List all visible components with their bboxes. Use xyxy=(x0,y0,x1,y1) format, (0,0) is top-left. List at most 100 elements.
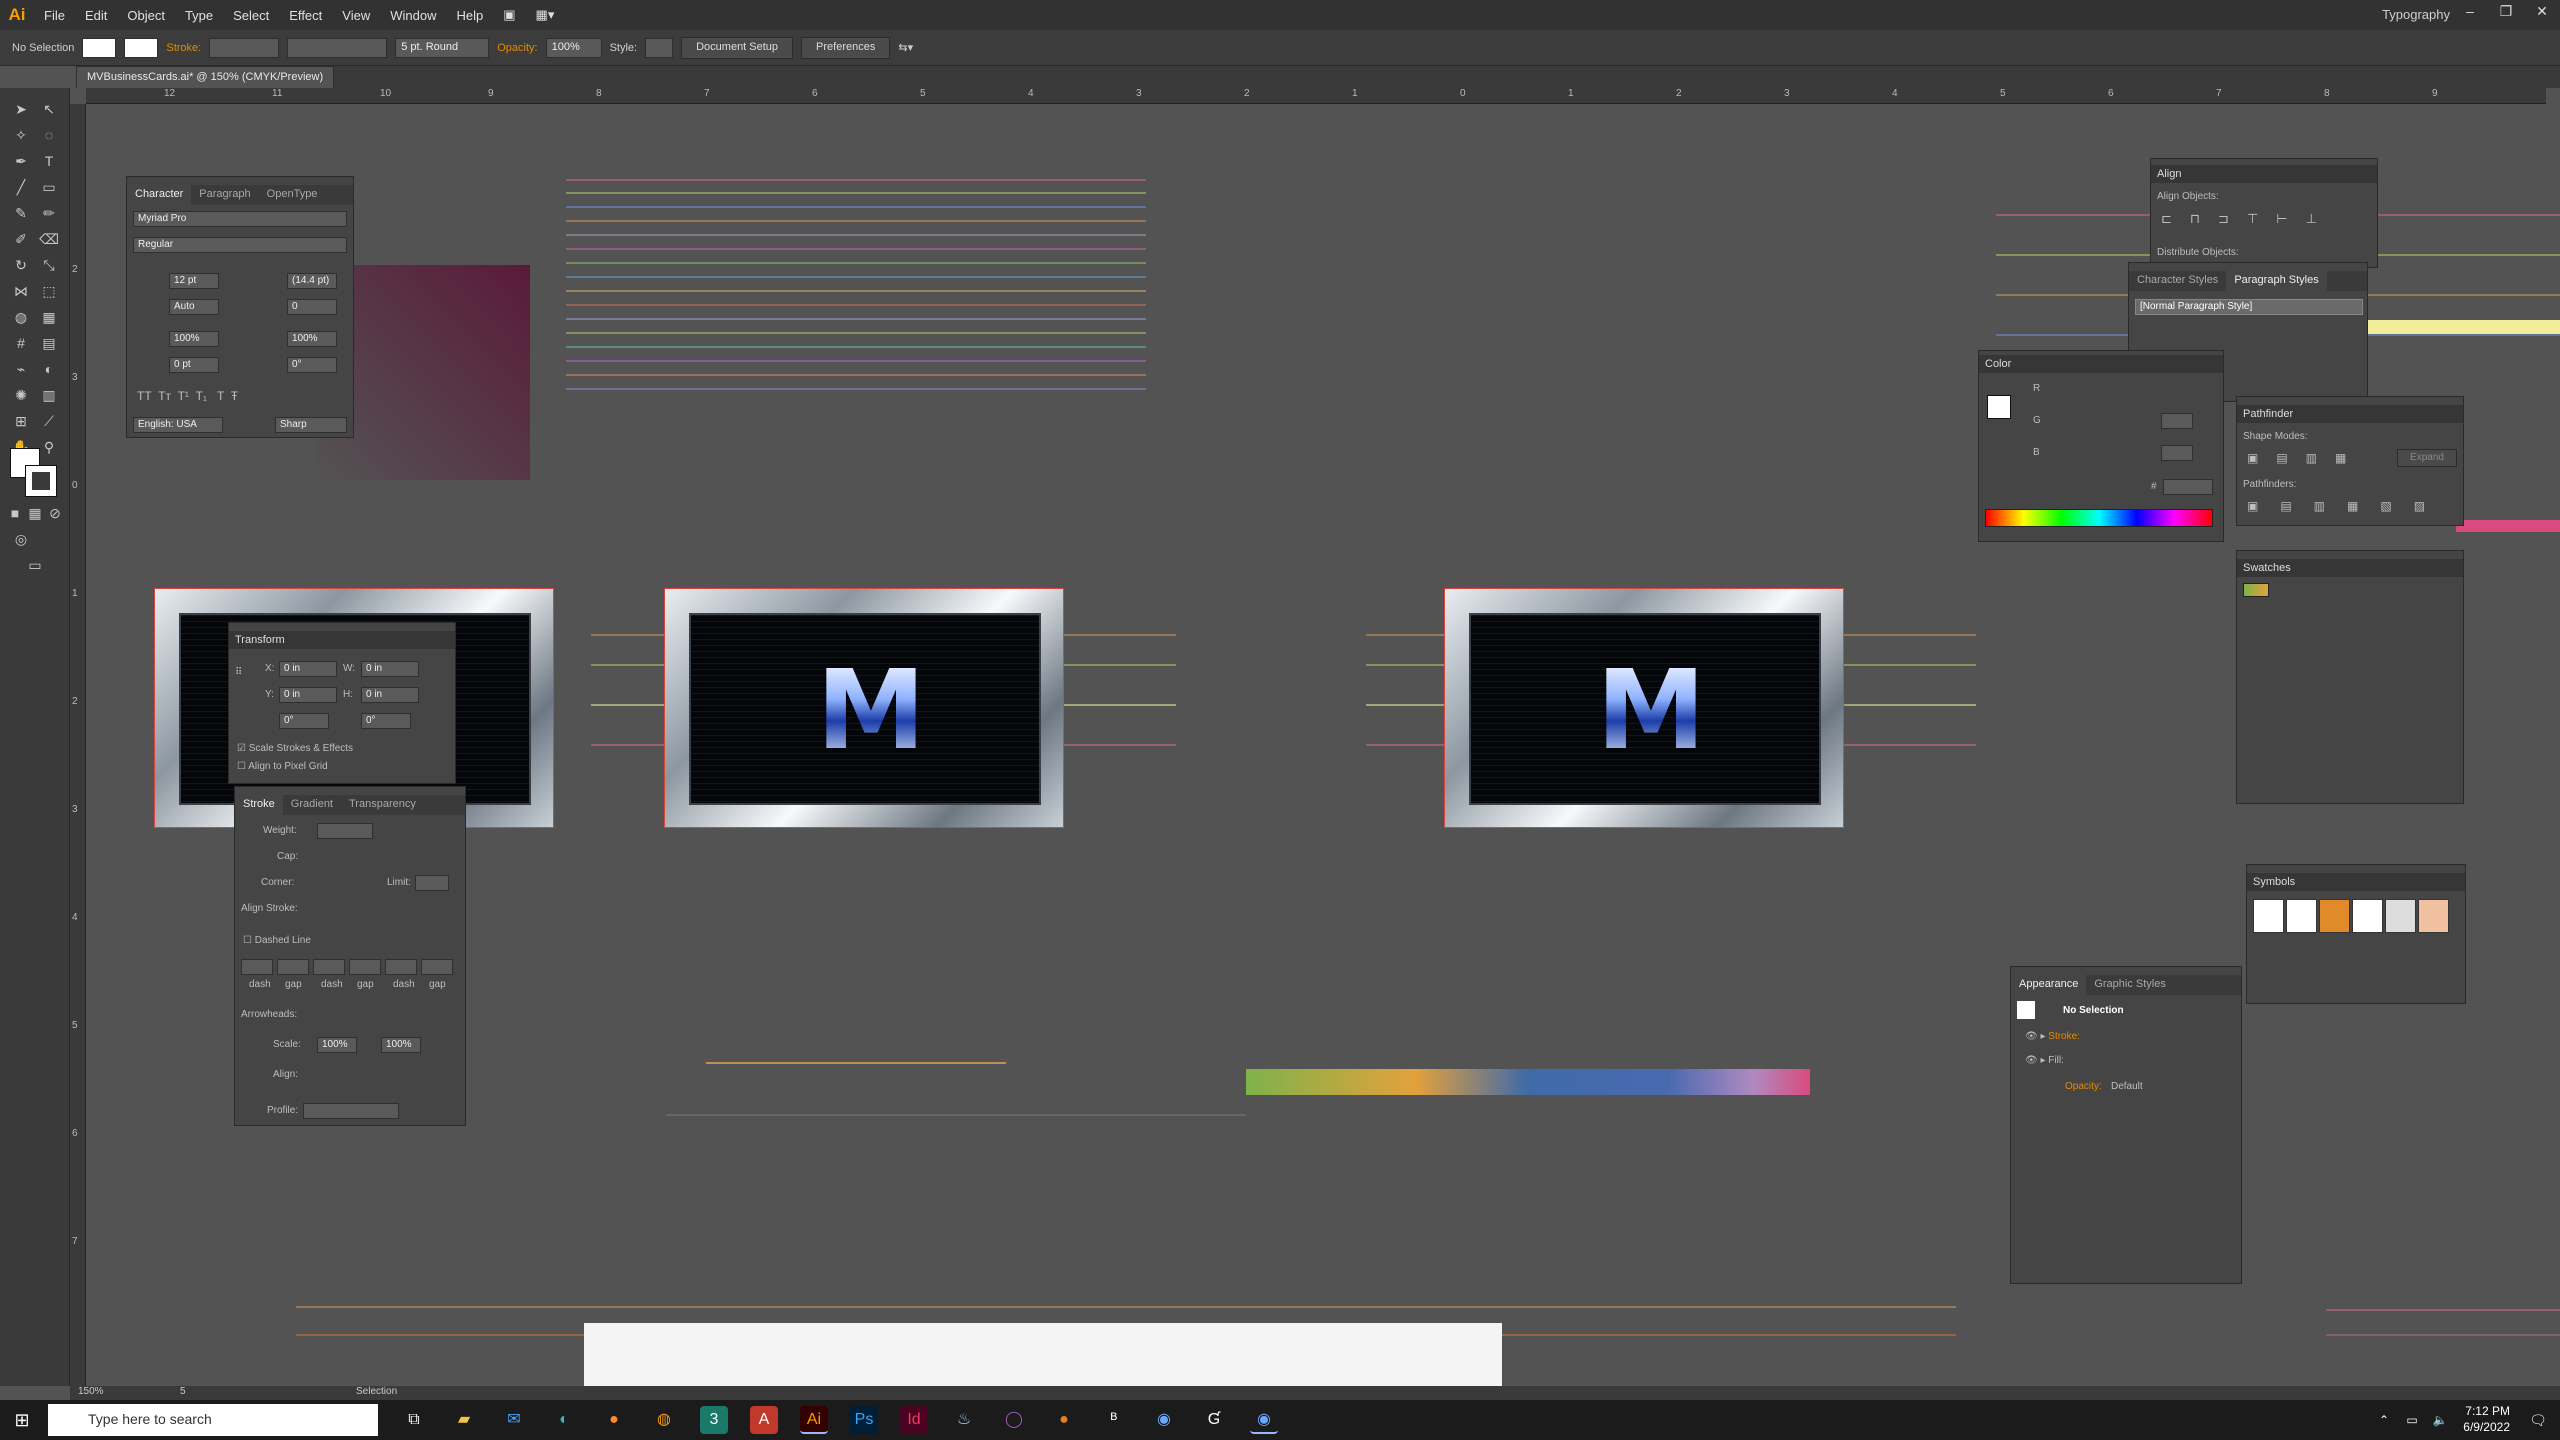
system-clock[interactable]: 7:12 PM 6/9/2022 xyxy=(2463,1403,2510,1435)
bridge-icon[interactable]: ▣ xyxy=(493,7,525,23)
steam-icon[interactable]: ♨ xyxy=(950,1406,978,1434)
photoshop-icon[interactable]: Ps xyxy=(850,1406,878,1434)
stroke-swatch[interactable] xyxy=(124,37,159,58)
expand-button[interactable]: Expand xyxy=(2397,449,2457,467)
b-value-field[interactable] xyxy=(2161,445,2193,461)
none-mode-icon[interactable]: ⊘ xyxy=(44,502,66,524)
preferences-button[interactable]: Preferences xyxy=(801,36,891,59)
restore-icon[interactable]: ❐ xyxy=(2488,0,2524,30)
tab-appearance[interactable]: Appearance xyxy=(2011,975,2087,995)
blue-app-icon[interactable]: ◉ xyxy=(1150,1406,1178,1434)
paintbrush-tool-icon[interactable]: ✎ xyxy=(10,202,32,224)
stroke-row[interactable]: 👁 ▸ Stroke: xyxy=(2025,1031,2080,1042)
shape-builder-tool-icon[interactable]: ◍ xyxy=(10,306,32,328)
blob-brush-tool-icon[interactable]: ✐ xyxy=(10,228,32,250)
brush-field[interactable]: 5 pt. Round xyxy=(395,37,490,58)
blender-icon[interactable]: ◍ xyxy=(650,1406,678,1434)
illustrator-icon[interactable]: Ai xyxy=(800,1406,828,1434)
kerning-field[interactable]: Auto xyxy=(169,299,219,315)
tab-transparency[interactable]: Transparency xyxy=(341,795,424,815)
rotate-field[interactable]: 0° xyxy=(279,713,329,729)
opacity-field[interactable]: 100% xyxy=(545,37,602,58)
draw-mode-icon[interactable]: ◎ xyxy=(10,528,32,550)
artboard-nav-field[interactable]: 5 xyxy=(180,1386,186,1397)
gap-2-field[interactable] xyxy=(349,959,381,975)
stroke-weight-field[interactable] xyxy=(317,823,373,839)
mail-icon[interactable]: ✉ xyxy=(500,1406,528,1434)
mesh-tool-icon[interactable]: # xyxy=(10,332,32,354)
menu-view[interactable]: View xyxy=(332,8,380,23)
opacity-label[interactable]: Opacity: xyxy=(497,42,537,54)
opacity-label[interactable]: Opacity: xyxy=(2065,1081,2102,1092)
tab-paragraph-styles[interactable]: Paragraph Styles xyxy=(2226,271,2327,291)
width-tool-icon[interactable]: ⋈ xyxy=(10,280,32,302)
menu-help[interactable]: Help xyxy=(446,8,493,23)
y-field[interactable]: 0 in xyxy=(279,687,337,703)
dash-1-field[interactable] xyxy=(241,959,273,975)
symbol-item[interactable] xyxy=(2418,899,2449,933)
screen-mode-icon[interactable]: ▭ xyxy=(24,554,46,576)
variable-width-field[interactable] xyxy=(287,37,388,58)
tab-gradient[interactable]: Gradient xyxy=(283,795,341,815)
start-icon[interactable]: ⊞ xyxy=(8,1406,36,1434)
eyedropper-tool-icon[interactable]: ⌁ xyxy=(10,358,32,380)
eraser-tool-icon[interactable]: ⌫ xyxy=(38,228,60,250)
slice-tool-icon[interactable]: ⟋ xyxy=(38,410,60,432)
symbol-item[interactable] xyxy=(2352,899,2383,933)
blue-app-2-icon[interactable]: ◉ xyxy=(1250,1406,1278,1434)
current-tool-status[interactable]: Selection xyxy=(356,1386,397,1397)
perspective-grid-tool-icon[interactable]: ▦ xyxy=(38,306,60,328)
symbol-item[interactable] xyxy=(2286,899,2317,933)
symbol-item[interactable] xyxy=(2253,899,2284,933)
hex-field[interactable] xyxy=(2163,479,2213,495)
tab-opentype[interactable]: OpenType xyxy=(259,185,326,205)
shear-field[interactable]: 0° xyxy=(361,713,411,729)
text-format-icons[interactable]: TT Tт T¹ T₁ T Ŧ xyxy=(137,389,238,403)
taskbar-search[interactable]: Type here to search xyxy=(48,1404,378,1436)
x-field[interactable]: 0 in xyxy=(279,661,337,677)
direct-selection-tool-icon[interactable]: ↖ xyxy=(38,98,60,120)
rectangle-tool-icon[interactable]: ▭ xyxy=(38,176,60,198)
menu-edit[interactable]: Edit xyxy=(75,8,117,23)
ruler-top[interactable]: 12 11 10 9 8 7 6 5 4 3 2 1 0 1 2 3 4 5 6 7 8 9 xyxy=(86,88,2546,104)
app-3-icon[interactable]: 3 xyxy=(700,1406,728,1434)
arrange-icon[interactable]: ⇆▾ xyxy=(898,41,913,54)
font-size-field[interactable]: 12 pt xyxy=(169,273,219,289)
circle-app-icon[interactable]: ◯ xyxy=(1000,1406,1028,1434)
b-app-icon[interactable]: ᴮ xyxy=(1100,1406,1128,1434)
firefox-icon[interactable]: ● xyxy=(600,1406,628,1434)
h-field[interactable]: 0 in xyxy=(361,687,419,703)
menu-effect[interactable]: Effect xyxy=(279,8,332,23)
tracking-field[interactable]: 0 xyxy=(287,299,337,315)
minimize-icon[interactable]: – xyxy=(2452,0,2488,30)
graph-tool-icon[interactable]: ▥ xyxy=(38,384,60,406)
tab-stroke[interactable]: Stroke xyxy=(235,795,283,815)
workspace-switcher[interactable]: Typography xyxy=(2382,7,2450,22)
font-style-select[interactable]: Regular xyxy=(133,237,347,253)
type-tool-icon[interactable]: T xyxy=(38,150,60,172)
symbol-item[interactable] xyxy=(2319,899,2350,933)
dashed-line-checkbox[interactable]: ☐ Dashed Line xyxy=(243,935,311,946)
tab-paragraph[interactable]: Paragraph xyxy=(191,185,258,205)
business-card-front-1[interactable]: M xyxy=(664,588,1064,828)
artboard-tool-icon[interactable]: ⊞ xyxy=(10,410,32,432)
blend-tool-icon[interactable]: ◐ xyxy=(38,358,60,380)
pathfinder-buttons-icon[interactable]: ▣▤▥▦▧▨ xyxy=(2247,499,2447,513)
scale-strokes-checkbox[interactable]: ☑ Scale Strokes & Effects xyxy=(237,743,353,754)
arrange-docs-icon[interactable]: ▦▾ xyxy=(526,7,565,23)
stroke-color-icon[interactable] xyxy=(25,465,57,497)
leading-field[interactable]: (14.4 pt) xyxy=(287,273,337,289)
limit-field[interactable] xyxy=(415,875,449,891)
business-card-front-2[interactable]: M xyxy=(1444,588,1844,828)
align-buttons-icon[interactable]: ⊏⊓⊐⊤⊢⊥ xyxy=(2161,211,2335,227)
swatch-item[interactable] xyxy=(2243,583,2269,597)
magic-wand-tool-icon[interactable]: ✧ xyxy=(10,124,32,146)
notifications-icon[interactable]: 🗨 xyxy=(2524,1406,2552,1434)
free-transform-tool-icon[interactable]: ⬚ xyxy=(38,280,60,302)
file-explorer-icon[interactable]: ▰ xyxy=(450,1406,478,1434)
style-swatch[interactable] xyxy=(645,37,674,58)
arrow-scale-1-field[interactable]: 100% xyxy=(317,1037,357,1053)
color-mode-icon[interactable]: ■ xyxy=(4,502,26,524)
symbol-sprayer-tool-icon[interactable]: ✺ xyxy=(10,384,32,406)
ruler-left[interactable]: 2 3 0 1 2 3 4 5 6 7 xyxy=(70,104,86,1386)
